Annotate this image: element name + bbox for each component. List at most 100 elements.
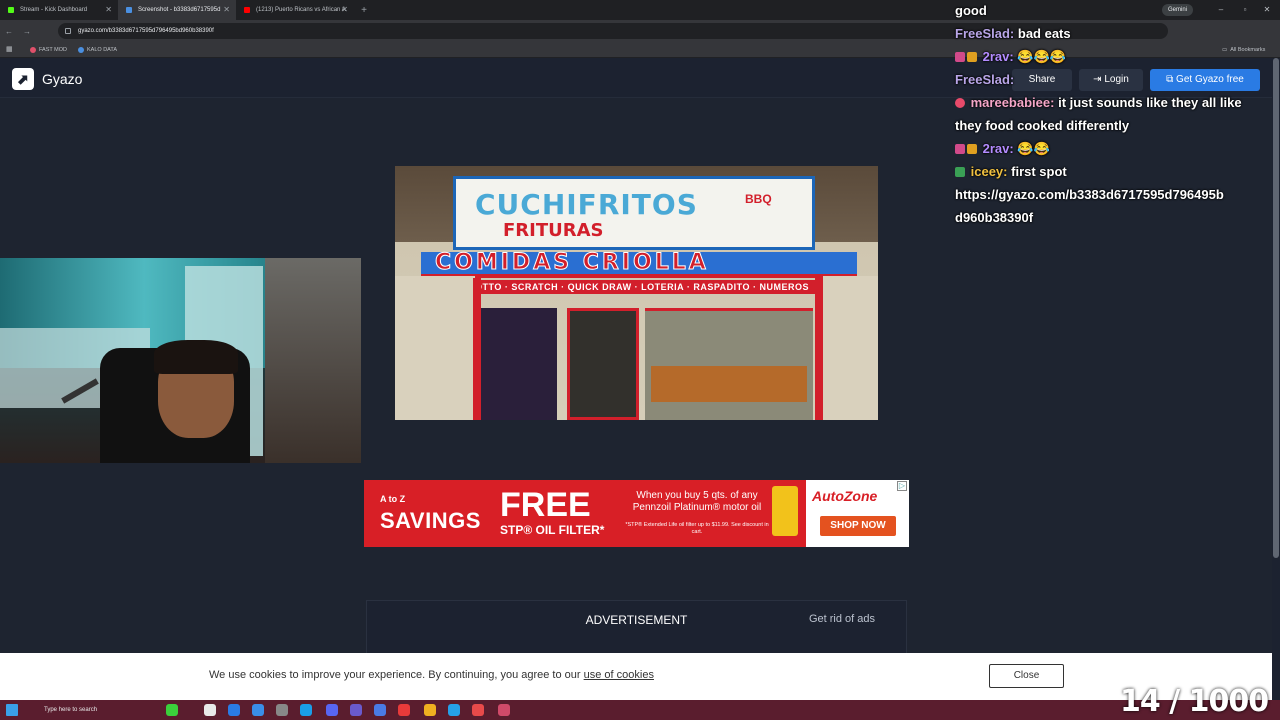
url-text: gyazo.com/b3383d6717595d796495bd960b3839… xyxy=(78,28,214,34)
chrome-icon[interactable] xyxy=(424,704,436,716)
tab-youtube[interactable]: (1213) Puerto Ricans vs African A ✕ xyxy=(236,0,354,20)
app-icon[interactable] xyxy=(350,704,362,716)
chat-username: 2rav: xyxy=(982,141,1014,156)
windows-start-icon[interactable] xyxy=(6,704,18,716)
chat-text: 😂😂😂 xyxy=(1017,49,1066,64)
cam-right-wall xyxy=(265,258,361,463)
ad-stp: STP® OIL FILTER* xyxy=(500,523,605,537)
close-icon[interactable]: ✕ xyxy=(341,0,348,20)
webcam-overlay xyxy=(0,258,361,463)
goal-counter: 14 / 1000 xyxy=(1120,684,1269,719)
chat-username: mareebabiee: xyxy=(970,95,1055,110)
app-icon[interactable] xyxy=(204,704,216,716)
close-icon[interactable]: ✕ xyxy=(223,0,230,20)
cookie-policy-link[interactable]: use of cookies xyxy=(584,669,654,681)
new-tab-button[interactable]: + xyxy=(354,5,374,16)
screenshot-image[interactable]: CUCHIFRITOS FRITURAS BBQ COMIDAS CRIOLLA… xyxy=(395,166,878,420)
chat-message: d960b38390f xyxy=(955,206,1033,229)
get-rid-of-ads-link[interactable]: Get rid of ads xyxy=(809,613,875,625)
og-badge-icon xyxy=(967,144,977,154)
discord-icon[interactable] xyxy=(326,704,338,716)
app-icon[interactable] xyxy=(374,704,386,716)
tab-kick-dashboard[interactable]: Stream - Kick Dashboard ✕ xyxy=(0,0,118,20)
storefront-pillar xyxy=(823,276,878,420)
og-badge-icon xyxy=(967,52,977,62)
cookie-banner: We use cookies to improve your experienc… xyxy=(0,653,1272,700)
bookmark-icon xyxy=(78,47,84,53)
chat-message: FreeSlad: bad eats xyxy=(955,22,1071,45)
cookie-text: We use cookies to improve your experienc… xyxy=(209,669,584,681)
chat-message: mareebabiee: it just sounds like they al… xyxy=(955,91,1242,114)
chat-text: good xyxy=(955,3,987,18)
windows-taskbar: Type here to search xyxy=(0,700,1280,720)
taskbar-search[interactable]: Type here to search xyxy=(26,702,156,718)
sign-frituras: FRITURAS xyxy=(503,220,604,241)
heart-badge-icon xyxy=(955,98,965,108)
advertisement-box: ADVERTISEMENT Get rid of ads xyxy=(366,600,907,660)
app-icon[interactable] xyxy=(498,704,510,716)
sign-cuchifritos: CUCHIFRITOS xyxy=(475,188,698,221)
sub-badge-icon xyxy=(955,144,965,154)
adchoices-icon[interactable]: ▷ xyxy=(897,481,907,491)
close-icon[interactable]: ✕ xyxy=(105,0,112,20)
red-trim xyxy=(815,278,823,420)
gyazo-logo-icon: ⬈ xyxy=(12,68,34,90)
ad-free: FREE xyxy=(500,486,591,524)
gyazo-logo-text: Gyazo xyxy=(42,71,83,87)
edge-icon[interactable] xyxy=(228,704,240,716)
food-display xyxy=(651,366,807,402)
cookie-message: We use cookies to improve your experienc… xyxy=(209,669,654,681)
app-icon[interactable] xyxy=(300,704,312,716)
tab-title: Stream - Kick Dashboard xyxy=(20,7,88,13)
settings-icon[interactable] xyxy=(276,704,288,716)
cookie-close-button[interactable]: Close xyxy=(989,664,1064,688)
chat-username: FreeSlad: xyxy=(955,72,1015,87)
app-icon[interactable] xyxy=(398,704,410,716)
ad-offer: When you buy 5 qts. of any Pennzoil Plat… xyxy=(632,490,762,513)
store-door xyxy=(567,308,639,420)
ad-savings: SAVINGS xyxy=(380,508,481,533)
shop-now-button[interactable]: SHOP NOW xyxy=(820,516,896,536)
taskbar-search-text: Type here to search xyxy=(44,707,98,713)
sign-lotto-strip: LOTTO · SCRATCH · QUICK DRAW · LOTERIA ·… xyxy=(421,280,857,294)
chat-username: FreeSlad: xyxy=(955,26,1015,41)
scrollbar-thumb[interactable] xyxy=(1273,58,1279,558)
app-icon[interactable] xyxy=(252,704,264,716)
storefront-pillar xyxy=(395,276,475,420)
tab-gyazo-screenshot[interactable]: Screenshot - b3383d6717595d ✕ xyxy=(118,0,236,20)
sign-comidas-criolla: COMIDAS CRIOLLA xyxy=(435,250,709,276)
youtube-icon xyxy=(244,7,250,13)
gyazo-logo[interactable]: ⬈ Gyazo xyxy=(12,68,82,90)
chat-text: it just sounds like they all like xyxy=(1058,95,1242,110)
forward-icon[interactable]: → xyxy=(18,27,36,36)
app-icon[interactable] xyxy=(472,704,484,716)
gyazo-icon xyxy=(126,7,132,13)
neon-window xyxy=(481,308,557,420)
sign-bbq: BBQ xyxy=(745,192,772,206)
bookmark-label: FAST MOD xyxy=(39,47,68,53)
cam-streamer-hair xyxy=(154,340,238,374)
tab-title: Screenshot - b3383d6717595d xyxy=(138,7,221,13)
chat-username: iceey: xyxy=(970,164,1008,179)
app-icon[interactable] xyxy=(166,704,178,716)
app-icon[interactable] xyxy=(448,704,460,716)
bookmark-kalo-data[interactable]: KALO DATA xyxy=(78,42,117,58)
chat-message: 2rav: 😂😂😂 xyxy=(955,45,1066,68)
chat-message: https://gyazo.com/b3383d6717595d796495b xyxy=(955,183,1224,206)
chat-username: 2rav: xyxy=(982,49,1014,64)
oil-can-image xyxy=(772,486,798,536)
food-display-window xyxy=(645,308,813,420)
apps-icon[interactable]: ▦ xyxy=(6,42,13,58)
chat-message: 2rav: 😂😂 xyxy=(955,137,1050,160)
kick-icon xyxy=(8,7,14,13)
tab-title: (1213) Puerto Ricans vs African A xyxy=(256,7,346,13)
red-trim xyxy=(473,278,481,420)
bookmark-icon xyxy=(30,47,36,53)
site-info-icon[interactable] xyxy=(65,28,71,34)
chat-text: they food cooked differently xyxy=(955,118,1130,133)
chat-message: iceey: first spot xyxy=(955,160,1067,183)
autozone-ad-banner[interactable]: A to Z SAVINGS FREE STP® OIL FILTER* Whe… xyxy=(364,480,909,547)
back-icon[interactable]: ← xyxy=(0,27,18,36)
bookmark-fast-mod[interactable]: FAST MOD xyxy=(30,42,67,58)
page-scrollbar[interactable] xyxy=(1272,58,1280,700)
